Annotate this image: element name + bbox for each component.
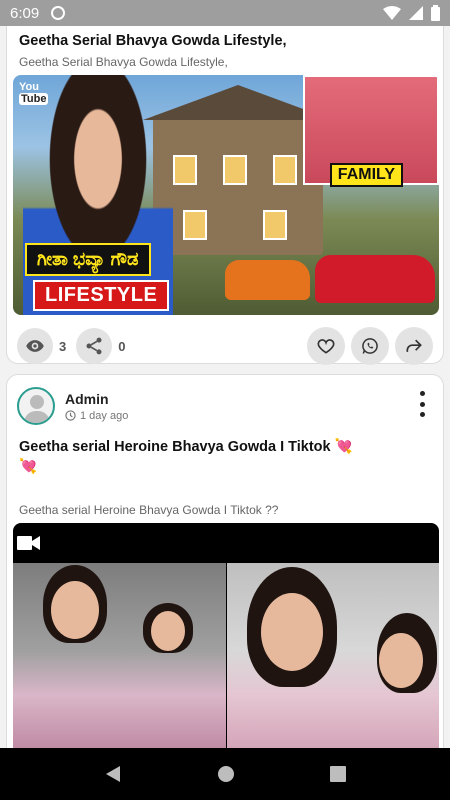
post-card: Geetha Serial Bhavya Gowda Lifestyle, Ge…	[6, 26, 444, 365]
avatar[interactable]	[17, 387, 55, 425]
author-name[interactable]: Admin	[65, 391, 128, 407]
forward-icon	[406, 339, 422, 352]
views-count: 3	[59, 338, 67, 354]
like-button[interactable]	[307, 327, 345, 365]
whatsapp-icon	[362, 338, 378, 354]
post-time: 1 day ago	[80, 409, 129, 422]
share-icon	[86, 337, 102, 355]
video-frame-left	[13, 563, 226, 748]
post-author[interactable]: Admin 1 day ago	[17, 387, 128, 425]
shares-count: 0	[118, 338, 126, 354]
post-description: Geetha Serial Bhavya Gowda Lifestyle,	[19, 55, 228, 69]
post-feed[interactable]: Geetha Serial Bhavya Gowda Lifestyle, Ge…	[0, 26, 450, 748]
wifi-icon	[383, 6, 401, 20]
heart-icon	[317, 339, 335, 354]
post-description: Geetha serial Heroine Bhavya Gowda I Tik…	[19, 503, 279, 517]
status-bar: 6:09	[0, 0, 450, 26]
post-actions: 3 0	[17, 327, 433, 365]
post-video[interactable]	[13, 523, 439, 748]
post-title[interactable]: Geetha Serial Bhavya Gowda Lifestyle,	[7, 31, 299, 51]
house-image	[143, 85, 333, 255]
status-time: 6:09	[10, 4, 40, 22]
signal-icon	[409, 6, 423, 20]
family-label: FAMILY	[329, 163, 403, 187]
video-camera-icon	[17, 536, 40, 550]
battery-icon	[431, 5, 440, 21]
more-options-icon[interactable]	[417, 391, 427, 417]
heart-emoji-icon: 💘	[19, 459, 38, 475]
youtube-logo: You Tube	[19, 81, 49, 105]
lifestyle-banner: LIFESTYLE	[33, 280, 170, 311]
whatsapp-share-button[interactable]	[351, 327, 389, 365]
recents-icon[interactable]	[330, 766, 346, 782]
views-button[interactable]	[17, 328, 53, 364]
screen-record-icon	[51, 6, 66, 20]
forward-share-button[interactable]	[395, 327, 433, 365]
car-image	[225, 260, 310, 300]
eye-icon	[26, 340, 44, 352]
car-image	[315, 255, 435, 303]
post-thumbnail[interactable]: FAMILY You Tube ಗೀತಾ ಭವ್ಯಾ ಗೌಡ LIFESTYLE	[13, 75, 439, 315]
kannada-name-banner: ಗೀತಾ ಭವ್ಯಾ ಗೌಡ	[25, 243, 151, 276]
video-frame-right	[227, 563, 439, 748]
back-icon[interactable]	[104, 765, 122, 783]
clock-icon	[65, 410, 76, 421]
post-title[interactable]: Geetha serial Heroine Bhavya Gowda I Tik…	[7, 437, 443, 477]
post-card: Admin 1 day ago Geetha serial Heroine Bh…	[6, 374, 444, 748]
home-icon[interactable]	[217, 765, 235, 783]
share-count-button[interactable]	[76, 328, 113, 364]
actress-image	[23, 75, 173, 315]
heart-emoji-icon: 💘	[334, 439, 353, 455]
system-nav-bar	[0, 748, 450, 800]
